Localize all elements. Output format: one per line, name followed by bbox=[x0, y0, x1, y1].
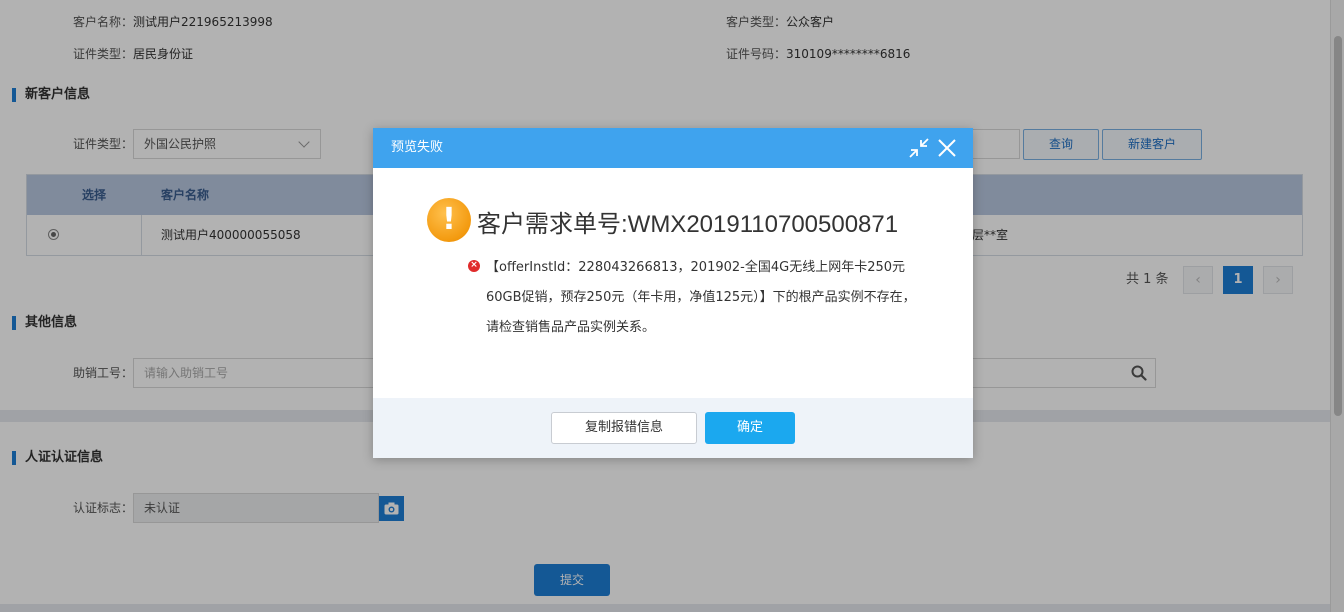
dialog-footer: 复制报错信息 确定 bbox=[373, 398, 973, 458]
dialog-message: 【offerInstId：228043266813，201902-全国4G无线上… bbox=[486, 260, 916, 335]
close-icon[interactable] bbox=[936, 137, 958, 159]
error-icon: × bbox=[468, 260, 480, 272]
copy-error-button[interactable]: 复制报错信息 bbox=[551, 412, 697, 444]
dialog-header: 预览失败 bbox=[373, 128, 973, 168]
confirm-button[interactable]: 确定 bbox=[705, 412, 795, 444]
dialog-title: 预览失败 bbox=[391, 140, 444, 155]
dialog-heading: 客户需求单号:WMX2019110700500871 bbox=[477, 211, 899, 238]
minimize-icon[interactable] bbox=[909, 138, 929, 158]
warning-icon: ! bbox=[427, 198, 471, 242]
error-dialog: 预览失败 ! 客户需求单号:WMX2019110700500871 × 【off… bbox=[373, 128, 973, 458]
